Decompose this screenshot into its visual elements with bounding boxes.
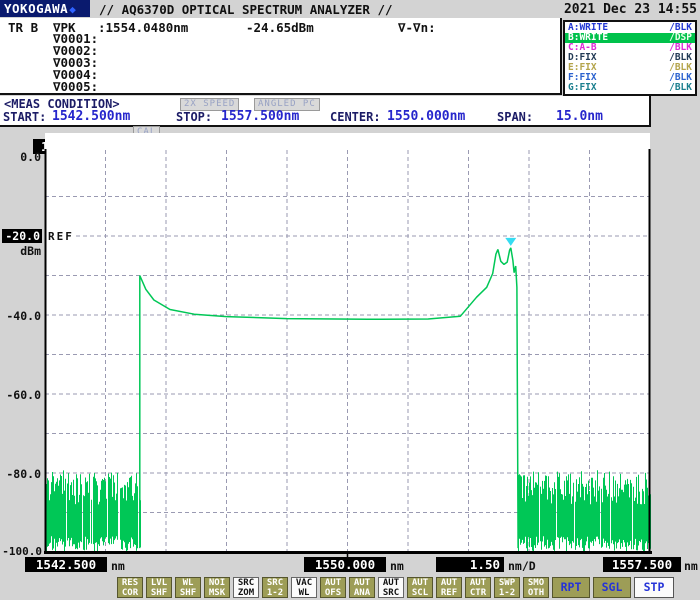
marker-row-5: ∇0005: — [53, 81, 98, 93]
softkey-aut-src[interactable]: AUT SRC — [378, 577, 404, 598]
x-stop-unit: nm — [684, 559, 698, 573]
softkey-wl-shf[interactable]: WL SHF — [175, 577, 201, 598]
marker-readout-panel: TR B ∇PK :1554.0480nm -24.65dBm ∇-∇n: ∇0… — [0, 18, 562, 95]
y-label-0: 0.0 — [0, 150, 41, 164]
stop-value[interactable]: 1557.500nm — [221, 109, 299, 124]
softkey-vac-wl[interactable]: VAC WL — [291, 577, 317, 598]
legend-trace-name: G:FIX — [568, 83, 597, 93]
stop-label: STOP: — [176, 110, 212, 124]
x-center-unit: nm — [390, 559, 404, 573]
y-unit-label: dBm — [0, 244, 41, 258]
y-label-40: -40.0 — [0, 309, 41, 323]
spectrum-svg: REF — [44, 133, 652, 557]
x-per-div-value[interactable]: 1.50 — [436, 557, 504, 572]
softkey-aut-ctr[interactable]: AUT CTR — [465, 577, 491, 598]
softkey-smo-oth[interactable]: SMO OTH — [523, 577, 549, 598]
softkey-res-cor[interactable]: RES COR — [117, 577, 143, 598]
meas-condition-panel: <MEAS CONDITION> 2X SPEED ANGLED PC STAR… — [0, 96, 651, 127]
softkey-aut-scl[interactable]: AUT SCL — [407, 577, 433, 598]
brand-logo: YOKOGAWA◆ — [0, 0, 90, 17]
softkey-swp-1-2[interactable]: SWP 1-2 — [494, 577, 520, 598]
start-label: START: — [3, 110, 46, 124]
y-label-80: -80.0 — [0, 467, 41, 481]
trace-legend-box: A:WRITE/BLKB:WRITE/DSPC:A-B/BLKD:FIX/BLK… — [563, 20, 697, 96]
runkey-stp[interactable]: STP — [634, 577, 674, 598]
softkey-src-zom[interactable]: SRC ZOM — [233, 577, 259, 598]
center-value[interactable]: 1550.000nm — [387, 109, 465, 124]
osa-screen: YOKOGAWA◆ // AQ6370D OPTICAL SPECTRUM AN… — [0, 0, 700, 600]
center-label: CENTER: — [330, 110, 381, 124]
span-value[interactable]: 15.0nm — [556, 109, 603, 124]
x-start-value[interactable]: 1542.500 — [25, 557, 107, 572]
peak-wavelength-readout: :1554.0480nm — [98, 20, 188, 35]
app-title: // AQ6370D OPTICAL SPECTRUM ANALYZER // — [99, 2, 393, 17]
softkey-aut-ofs[interactable]: AUT OFS — [320, 577, 346, 598]
start-value[interactable]: 1542.500nm — [52, 109, 130, 124]
softkey-aut-ana[interactable]: AUT ANA — [349, 577, 375, 598]
softkey-src-1-2[interactable]: SRC 1-2 — [262, 577, 288, 598]
y-ref-badge: -20.0 — [2, 229, 42, 243]
runkey-rpt[interactable]: RPT — [552, 577, 590, 598]
peak-level-readout: -24.65dBm — [246, 20, 314, 35]
legend-trace-status: /BLK — [669, 83, 692, 93]
x-per-div-unit: nm/D — [508, 559, 536, 573]
spectrum-plot: REF — [44, 133, 652, 557]
x-stop-value[interactable]: 1557.500 — [603, 557, 681, 572]
runkey-sgl[interactable]: SGL — [593, 577, 631, 598]
y-label-60: -60.0 — [0, 388, 41, 402]
marker-list: ∇0001:∇0002:∇0003:∇0004:∇0005: — [53, 33, 98, 93]
softkey-aut-ref[interactable]: AUT REF — [436, 577, 462, 598]
delta-marker-label: ∇-∇n: — [398, 20, 436, 35]
span-label: SPAN: — [497, 110, 533, 124]
ref-label: REF — [48, 230, 74, 243]
brand-name: YOKOGAWA — [4, 1, 68, 16]
x-center-value[interactable]: 1550.000 — [304, 557, 386, 572]
softkey-lvl-shf[interactable]: LVL SHF — [146, 577, 172, 598]
softkey-noi-msk[interactable]: NOI MSK — [204, 577, 230, 598]
active-trace-label: TR B — [8, 20, 38, 35]
softkey-toolbar: RES CORLVL SHFWL SHFNOI MSKSRC ZOMSRC 1-… — [117, 577, 691, 598]
x-start-unit: nm — [111, 559, 125, 573]
brand-diamond-icon: ◆ — [69, 3, 76, 16]
datetime: 2021 Dec 23 14:55 — [564, 2, 697, 17]
legend-row-g[interactable]: G:FIX/BLK — [565, 83, 695, 93]
